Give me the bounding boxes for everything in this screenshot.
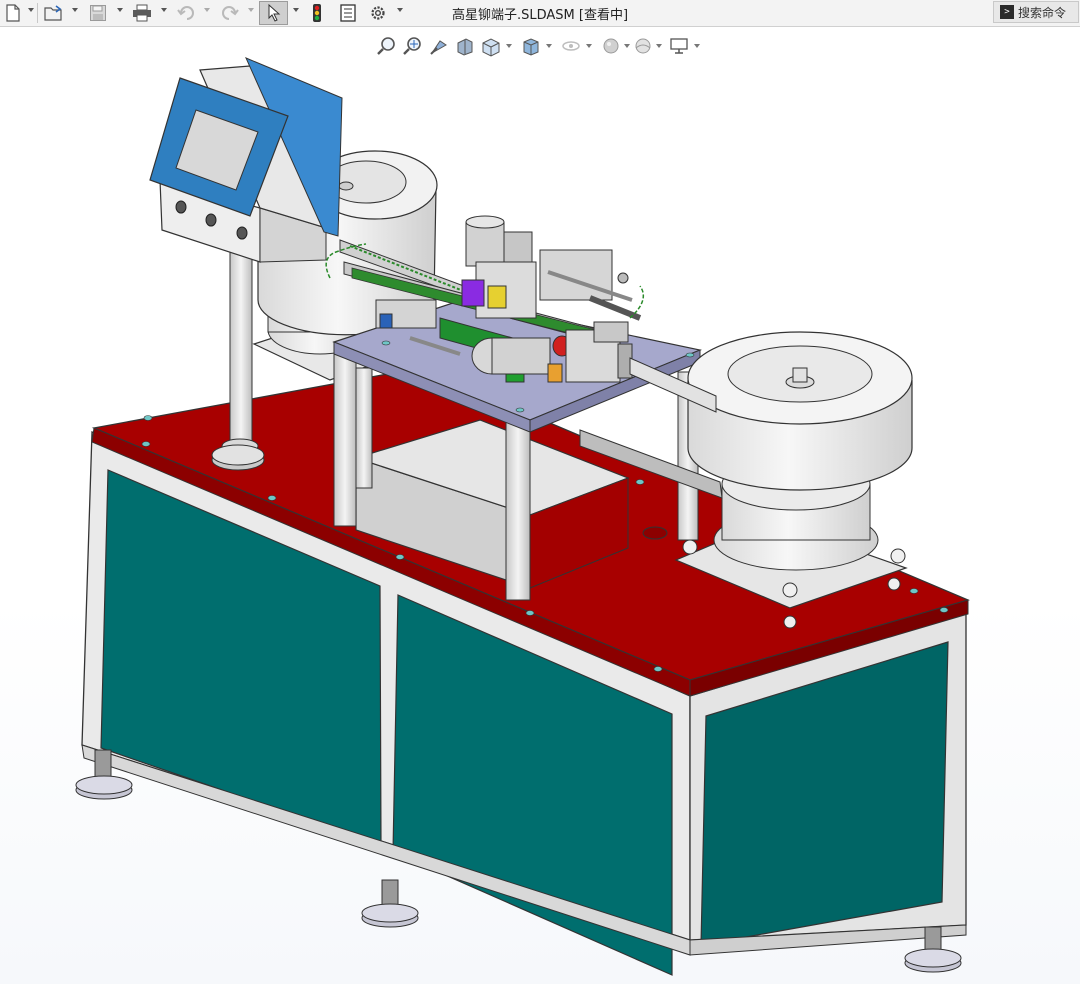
redo-button[interactable] [219, 2, 241, 23]
view-settings-button[interactable] [668, 35, 690, 57]
view-settings-dropdown[interactable] [694, 44, 700, 48]
open-button[interactable] [42, 2, 66, 23]
rebuild-button[interactable] [306, 2, 328, 23]
apply-scene-dropdown[interactable] [656, 44, 662, 48]
open-folder-icon [44, 4, 62, 21]
scene-icon [635, 38, 651, 54]
command-prompt-icon: > [1000, 5, 1014, 19]
print-button[interactable] [130, 2, 154, 23]
hide-show-items-button[interactable] [560, 35, 582, 57]
document-title: 高星铆端子.SLDASM [查看中] [451, 8, 629, 23]
redo-dropdown-arrow[interactable] [248, 8, 254, 12]
main-toolbar: 高星铆端子.SLDASM [查看中] > 搜索命令 [0, 0, 1080, 27]
new-dropdown-arrow[interactable] [28, 8, 34, 12]
foot-center [361, 879, 419, 928]
select-button[interactable] [259, 1, 288, 25]
select-dropdown-arrow[interactable] [293, 8, 299, 12]
section-view-icon [457, 38, 473, 56]
print-icon [133, 4, 151, 21]
view-orientation-dropdown[interactable] [506, 44, 512, 48]
file-properties-button[interactable] [337, 2, 359, 23]
appearance-icon [603, 38, 619, 54]
display-style-icon [523, 38, 539, 56]
view-orientation-icon [482, 38, 500, 57]
search-commands[interactable]: > 搜索命令 [993, 1, 1079, 23]
assembly-model[interactable] [0, 27, 1080, 984]
undo-icon [177, 5, 194, 20]
apply-scene-button[interactable] [632, 35, 654, 57]
zoom-fit-icon [377, 37, 395, 55]
undo-button[interactable] [175, 2, 197, 23]
options-dropdown-arrow[interactable] [397, 8, 403, 12]
save-button[interactable] [86, 2, 110, 23]
new-document-icon [6, 3, 20, 22]
print-dropdown-arrow[interactable] [161, 8, 167, 12]
options-button[interactable] [367, 2, 389, 23]
hide-show-icon [562, 41, 580, 51]
cursor-icon [268, 4, 280, 22]
toolbar-separator [37, 3, 38, 23]
search-commands-label: 搜索命令 [1018, 5, 1067, 20]
properties-icon [340, 3, 356, 22]
display-style-dropdown[interactable] [546, 44, 552, 48]
zoom-area-icon [403, 37, 421, 55]
hide-show-dropdown[interactable] [586, 44, 592, 48]
redo-icon [222, 5, 239, 20]
save-dropdown-arrow[interactable] [117, 8, 123, 12]
undo-dropdown-arrow[interactable] [204, 8, 210, 12]
graphics-area[interactable] [0, 27, 1080, 984]
previous-view-button[interactable] [428, 35, 450, 57]
zoom-to-area-button[interactable] [402, 35, 424, 57]
section-view-button[interactable] [454, 35, 476, 57]
previous-view-icon [430, 40, 447, 55]
save-icon [90, 4, 106, 21]
traffic-light-icon [313, 3, 321, 22]
monitor-icon [670, 38, 688, 54]
view-orientation-button[interactable] [480, 35, 502, 57]
zoom-to-fit-button[interactable] [376, 35, 398, 57]
open-dropdown-arrow[interactable] [72, 8, 78, 12]
gear-icon [371, 5, 385, 20]
edit-appearance-dropdown[interactable] [624, 44, 630, 48]
edit-appearance-button[interactable] [600, 35, 622, 57]
display-style-button[interactable] [520, 35, 542, 57]
new-document-button[interactable] [2, 2, 24, 23]
heads-up-view-toolbar [376, 33, 706, 59]
